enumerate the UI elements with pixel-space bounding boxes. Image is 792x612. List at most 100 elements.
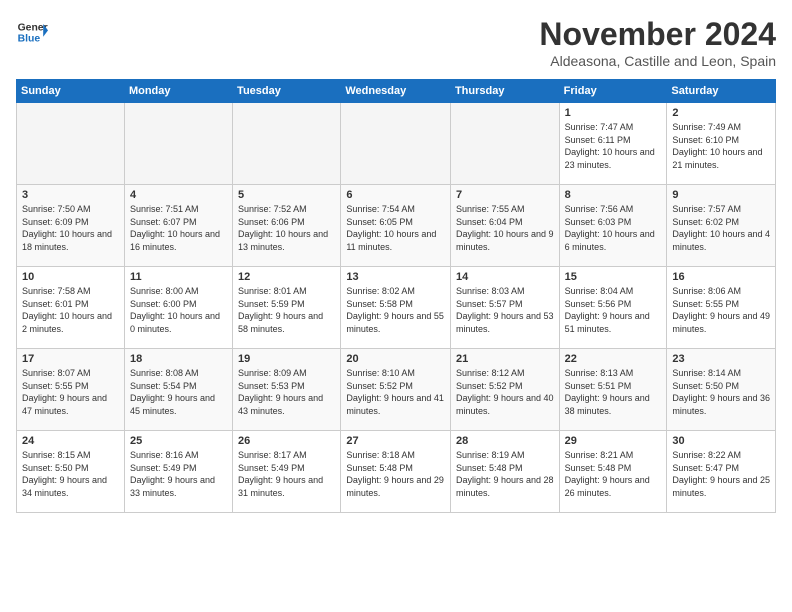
day-cell-24: 24 Sunrise: 8:15 AM Sunset: 5:50 PM Dayli… (17, 431, 125, 513)
day-cell-28: 28 Sunrise: 8:19 AM Sunset: 5:48 PM Dayli… (450, 431, 559, 513)
col-header-monday: Monday (124, 80, 232, 103)
day-cell-15: 15 Sunrise: 8:04 AM Sunset: 5:56 PM Dayli… (559, 267, 667, 349)
day-info-28: Sunrise: 8:19 AM Sunset: 5:48 PM Dayligh… (456, 449, 554, 499)
week-row-0: 1 Sunrise: 7:47 AM Sunset: 6:11 PM Daylig… (17, 103, 776, 185)
day-number-11: 11 (130, 271, 227, 283)
day-cell-1: 1 Sunrise: 7:47 AM Sunset: 6:11 PM Daylig… (559, 103, 667, 185)
day-number-21: 21 (456, 353, 554, 365)
col-header-saturday: Saturday (667, 80, 776, 103)
day-number-3: 3 (22, 189, 119, 201)
day-number-10: 10 (22, 271, 119, 283)
day-info-12: Sunrise: 8:01 AM Sunset: 5:59 PM Dayligh… (238, 285, 335, 335)
col-header-sunday: Sunday (17, 80, 125, 103)
col-header-wednesday: Wednesday (341, 80, 451, 103)
day-number-1: 1 (565, 107, 662, 119)
day-info-18: Sunrise: 8:08 AM Sunset: 5:54 PM Dayligh… (130, 367, 227, 417)
title-block: November 2024 Aldeasona, Castille and Le… (539, 16, 776, 69)
day-info-11: Sunrise: 8:00 AM Sunset: 6:00 PM Dayligh… (130, 285, 227, 335)
day-info-16: Sunrise: 8:06 AM Sunset: 5:55 PM Dayligh… (672, 285, 770, 335)
day-cell-27: 27 Sunrise: 8:18 AM Sunset: 5:48 PM Dayli… (341, 431, 451, 513)
day-cell-19: 19Sunrise: 8:09 AM Sunset: 5:53 PM Dayli… (233, 349, 341, 431)
day-cell-11: 11 Sunrise: 8:00 AM Sunset: 6:00 PM Dayli… (124, 267, 232, 349)
day-cell-23: 23Sunrise: 8:14 AM Sunset: 5:50 PM Dayli… (667, 349, 776, 431)
day-cell-4: 4Sunrise: 7:51 AM Sunset: 6:07 PM Daylig… (124, 185, 232, 267)
day-cell-29: 29Sunrise: 8:21 AM Sunset: 5:48 PM Dayli… (559, 431, 667, 513)
day-number-15: 15 (565, 271, 662, 283)
day-cell-25: 25 Sunrise: 8:16 AM Sunset: 5:49 PM Dayli… (124, 431, 232, 513)
day-cell-14: 14 Sunrise: 8:03 AM Sunset: 5:57 PM Dayli… (450, 267, 559, 349)
day-info-5: Sunrise: 7:52 AM Sunset: 6:06 PM Dayligh… (238, 203, 335, 253)
day-cell-16: 16 Sunrise: 8:06 AM Sunset: 5:55 PM Dayli… (667, 267, 776, 349)
day-number-14: 14 (456, 271, 554, 283)
calendar-header-row: SundayMondayTuesdayWednesdayThursdayFrid… (17, 80, 776, 103)
day-number-7: 7 (456, 189, 554, 201)
day-number-27: 27 (346, 435, 445, 447)
day-cell-9: 9 Sunrise: 7:57 AM Sunset: 6:02 PM Daylig… (667, 185, 776, 267)
day-cell-13: 13 Sunrise: 8:02 AM Sunset: 5:58 PM Dayli… (341, 267, 451, 349)
day-info-24: Sunrise: 8:15 AM Sunset: 5:50 PM Dayligh… (22, 449, 119, 499)
day-number-20: 20 (346, 353, 445, 365)
day-info-26: Sunrise: 8:17 AM Sunset: 5:49 PM Dayligh… (238, 449, 335, 499)
day-info-6: Sunrise: 7:54 AM Sunset: 6:05 PM Dayligh… (346, 203, 445, 253)
day-number-12: 12 (238, 271, 335, 283)
week-row-2: 10 Sunrise: 7:58 AM Sunset: 6:01 PM Dayli… (17, 267, 776, 349)
day-number-9: 9 (672, 189, 770, 201)
day-cell-3: 3 Sunrise: 7:50 AM Sunset: 6:09 PM Daylig… (17, 185, 125, 267)
day-info-20: Sunrise: 8:10 AM Sunset: 5:52 PM Dayligh… (346, 367, 445, 417)
day-info-22: Sunrise: 8:13 AM Sunset: 5:51 PM Dayligh… (565, 367, 662, 417)
day-number-8: 8 (565, 189, 662, 201)
day-number-24: 24 (22, 435, 119, 447)
day-number-30: 30 (672, 435, 770, 447)
day-number-26: 26 (238, 435, 335, 447)
day-info-15: Sunrise: 8:04 AM Sunset: 5:56 PM Dayligh… (565, 285, 662, 335)
day-cell-7: 7 Sunrise: 7:55 AM Sunset: 6:04 PM Daylig… (450, 185, 559, 267)
day-cell-30: 30Sunrise: 8:22 AM Sunset: 5:47 PM Dayli… (667, 431, 776, 513)
empty-cell (341, 103, 451, 185)
day-number-17: 17 (22, 353, 119, 365)
day-info-21: Sunrise: 8:12 AM Sunset: 5:52 PM Dayligh… (456, 367, 554, 417)
day-info-8: Sunrise: 7:56 AM Sunset: 6:03 PM Dayligh… (565, 203, 662, 253)
day-number-29: 29 (565, 435, 662, 447)
day-info-3: Sunrise: 7:50 AM Sunset: 6:09 PM Dayligh… (22, 203, 119, 253)
day-info-14: Sunrise: 8:03 AM Sunset: 5:57 PM Dayligh… (456, 285, 554, 335)
day-number-28: 28 (456, 435, 554, 447)
week-row-4: 24 Sunrise: 8:15 AM Sunset: 5:50 PM Dayli… (17, 431, 776, 513)
day-cell-12: 12 Sunrise: 8:01 AM Sunset: 5:59 PM Dayli… (233, 267, 341, 349)
day-info-9: Sunrise: 7:57 AM Sunset: 6:02 PM Dayligh… (672, 203, 770, 253)
day-info-7: Sunrise: 7:55 AM Sunset: 6:04 PM Dayligh… (456, 203, 554, 253)
day-number-25: 25 (130, 435, 227, 447)
day-cell-18: 18 Sunrise: 8:08 AM Sunset: 5:54 PM Dayli… (124, 349, 232, 431)
svg-text:Blue: Blue (18, 34, 41, 45)
day-number-22: 22 (565, 353, 662, 365)
day-cell-20: 20 Sunrise: 8:10 AM Sunset: 5:52 PM Dayli… (341, 349, 451, 431)
day-number-18: 18 (130, 353, 227, 365)
day-number-13: 13 (346, 271, 445, 283)
day-cell-8: 8 Sunrise: 7:56 AM Sunset: 6:03 PM Daylig… (559, 185, 667, 267)
day-number-5: 5 (238, 189, 335, 201)
day-info-19: Sunrise: 8:09 AM Sunset: 5:53 PM Dayligh… (238, 367, 335, 417)
day-cell-6: 6 Sunrise: 7:54 AM Sunset: 6:05 PM Daylig… (341, 185, 451, 267)
day-cell-2: 2 Sunrise: 7:49 AM Sunset: 6:10 PM Daylig… (667, 103, 776, 185)
subtitle: Aldeasona, Castille and Leon, Spain (539, 53, 776, 69)
day-cell-21: 21 Sunrise: 8:12 AM Sunset: 5:52 PM Dayli… (450, 349, 559, 431)
day-info-17: Sunrise: 8:07 AM Sunset: 5:55 PM Dayligh… (22, 367, 119, 417)
day-info-27: Sunrise: 8:18 AM Sunset: 5:48 PM Dayligh… (346, 449, 445, 499)
day-info-13: Sunrise: 8:02 AM Sunset: 5:58 PM Dayligh… (346, 285, 445, 335)
week-row-3: 17 Sunrise: 8:07 AM Sunset: 5:55 PM Dayli… (17, 349, 776, 431)
day-info-2: Sunrise: 7:49 AM Sunset: 6:10 PM Dayligh… (672, 121, 770, 171)
day-info-1: Sunrise: 7:47 AM Sunset: 6:11 PM Dayligh… (565, 121, 662, 171)
empty-cell (450, 103, 559, 185)
day-cell-17: 17 Sunrise: 8:07 AM Sunset: 5:55 PM Dayli… (17, 349, 125, 431)
empty-cell (17, 103, 125, 185)
week-row-1: 3 Sunrise: 7:50 AM Sunset: 6:09 PM Daylig… (17, 185, 776, 267)
empty-cell (233, 103, 341, 185)
day-number-23: 23 (672, 353, 770, 365)
day-number-6: 6 (346, 189, 445, 201)
calendar: SundayMondayTuesdayWednesdayThursdayFrid… (16, 79, 776, 513)
day-info-25: Sunrise: 8:16 AM Sunset: 5:49 PM Dayligh… (130, 449, 227, 499)
day-number-2: 2 (672, 107, 770, 119)
day-cell-26: 26 Sunrise: 8:17 AM Sunset: 5:49 PM Dayli… (233, 431, 341, 513)
col-header-friday: Friday (559, 80, 667, 103)
day-info-10: Sunrise: 7:58 AM Sunset: 6:01 PM Dayligh… (22, 285, 119, 335)
day-number-16: 16 (672, 271, 770, 283)
